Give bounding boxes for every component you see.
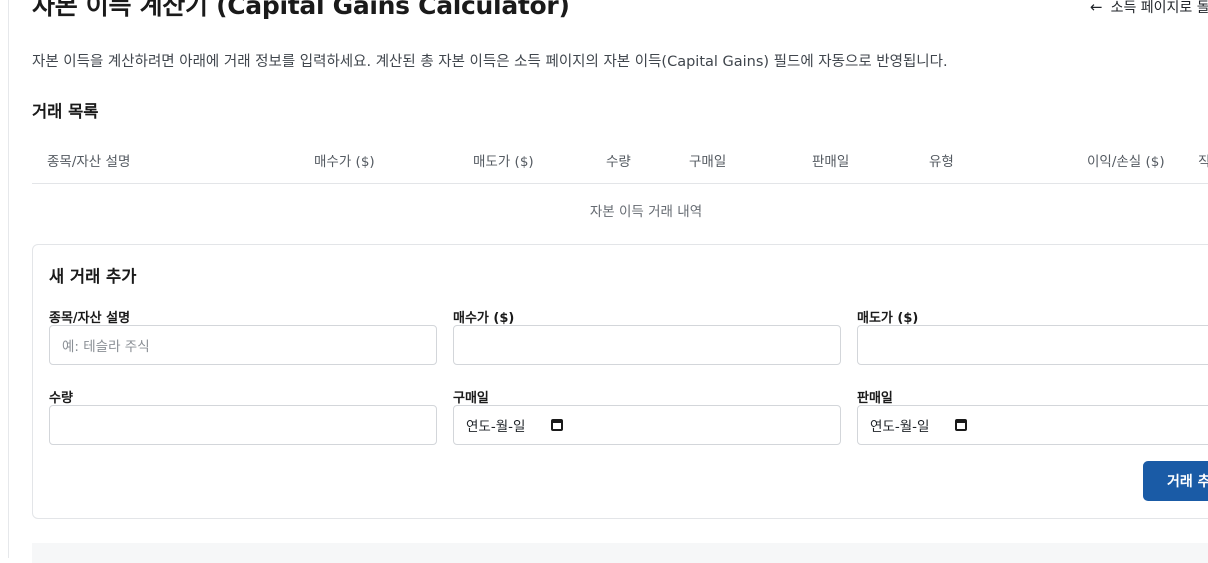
- intro-text: 자본 이득을 계산하려면 아래에 거래 정보를 입력하세요. 계산된 총 자본 …: [32, 54, 948, 70]
- add-transaction-button[interactable]: 거래 추: [1143, 461, 1208, 501]
- calendar-icon[interactable]: [955, 419, 968, 431]
- transactions-title: 거래 목록: [32, 102, 99, 121]
- sell-date-label: 판매일: [857, 391, 893, 406]
- calendar-icon[interactable]: [551, 419, 564, 431]
- buy-price-label: 매수가 ($): [453, 311, 515, 326]
- buy-date-input[interactable]: 연도-월-일: [453, 405, 841, 445]
- sell-date-value: 연도-월-일: [870, 419, 930, 435]
- sell-price-input[interactable]: [857, 325, 1208, 365]
- description-placeholder: 예: 테슬라 주식: [62, 339, 150, 355]
- arrow-left-icon: ←: [1090, 0, 1103, 16]
- empty-transactions-message: 자본 이득 거래 내역: [589, 204, 703, 220]
- column-buy-price: 매수가 ($): [314, 154, 375, 170]
- column-gain-loss: 이익/손실 ($): [1087, 154, 1165, 170]
- buy-date-value: 연도-월-일: [466, 419, 526, 435]
- sell-date-input[interactable]: 연도-월-일: [857, 405, 1208, 445]
- summary-panel: [32, 543, 1208, 563]
- column-buy-date: 구매일: [689, 154, 727, 170]
- quantity-label: 수량: [49, 391, 73, 406]
- column-sell-date: 판매일: [812, 154, 850, 170]
- back-to-income-link[interactable]: ← 소득 페이지로 돌: [1090, 0, 1208, 17]
- left-border: [8, 0, 9, 558]
- column-type: 유형: [929, 154, 954, 170]
- buy-date-label: 구매일: [453, 391, 489, 406]
- column-sell-price: 매도가 ($): [473, 154, 534, 170]
- column-quantity: 수량: [606, 154, 631, 170]
- add-transaction-card: 새 거래 추가 종목/자산 설명 예: 테슬라 주식 매수가 ($) 매도가 (…: [32, 244, 1208, 519]
- description-label: 종목/자산 설명: [49, 311, 131, 326]
- buy-price-input[interactable]: [453, 325, 841, 365]
- description-input[interactable]: 예: 테슬라 주식: [49, 325, 437, 365]
- transactions-table-header: 종목/자산 설명 매수가 ($) 매도가 ($) 수량 구매일 판매일 유형 이…: [32, 140, 1208, 184]
- page-title: 자본 이득 계산기 (Capital Gains Calculator): [32, 0, 570, 20]
- quantity-input[interactable]: [49, 405, 437, 445]
- column-actions: 직: [1198, 154, 1208, 170]
- back-link-label: 소득 페이지로 돌: [1110, 0, 1208, 16]
- add-transaction-title: 새 거래 추가: [49, 267, 137, 286]
- sell-price-label: 매도가 ($): [857, 311, 919, 326]
- column-description: 종목/자산 설명: [47, 154, 131, 170]
